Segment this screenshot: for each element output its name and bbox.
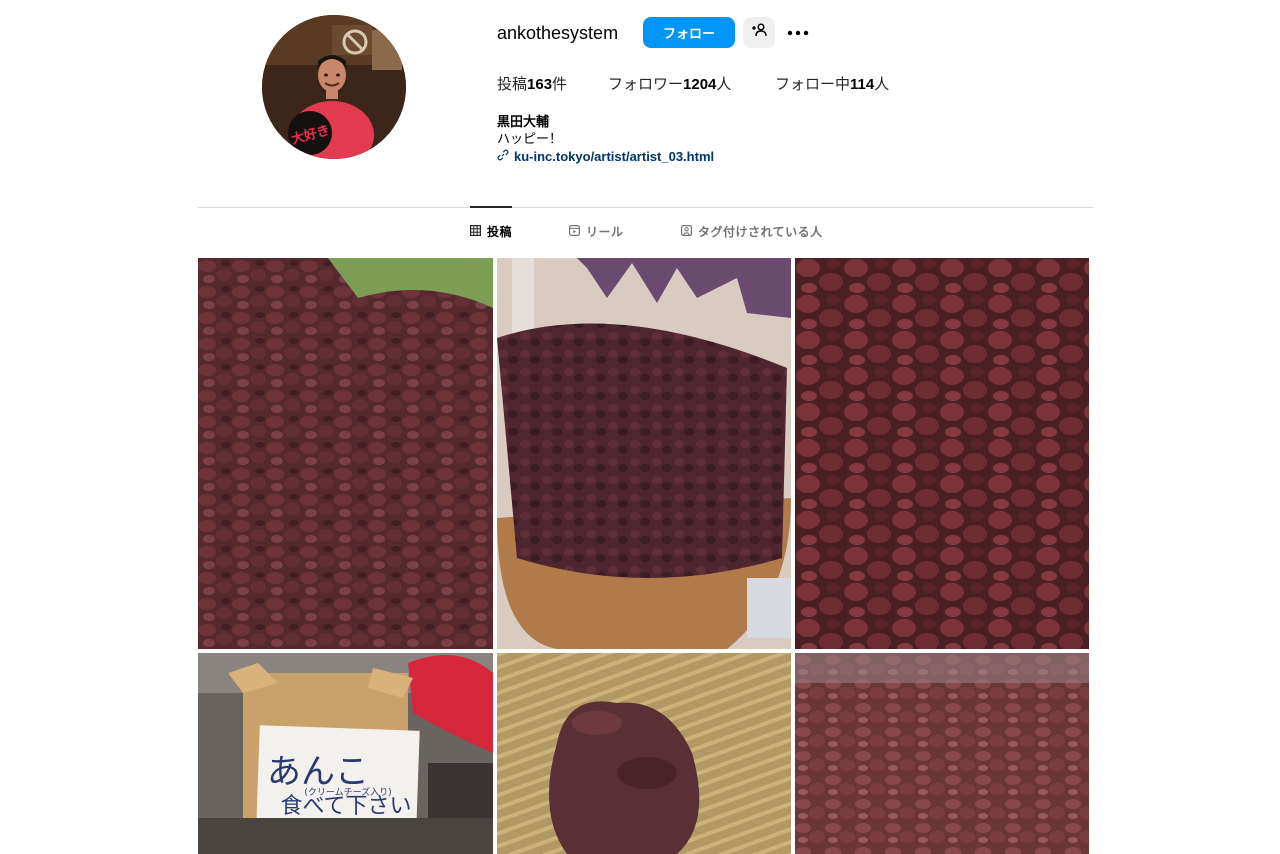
tagged-icon [681,224,693,240]
post-tile-4[interactable]: あんこ (クリームチーズ入り) 食べて下さい [198,653,493,854]
post-tile-5[interactable] [497,653,791,854]
post-tile-2[interactable] [497,258,791,649]
posts-count-stat: 投稿163件 [497,75,567,95]
following-value: 114 [850,76,875,93]
post-image-anko-pile-2 [795,653,1089,854]
sign-text-line3: 食べて下さい [280,794,411,819]
followers-value: 1204 [683,76,717,93]
post-image-anko-toast [497,258,791,649]
tab-tagged[interactable]: タグ付けされている人 [681,224,823,240]
more-icon [787,23,809,41]
sign-text-line1: あんこ [267,752,369,792]
username: ankothesystem [497,23,619,43]
full-name: 黒田大輔 [497,114,550,129]
post-tile-1[interactable] [198,258,493,649]
suggest-button[interactable] [743,17,775,48]
post-tile-3[interactable] [795,258,1089,649]
posts-count-prefix: 投稿 [497,76,528,93]
profile-avatar[interactable]: 大好き [262,15,406,159]
reels-icon [569,224,581,240]
following-stat[interactable]: フォロー中114人 [775,75,889,95]
followers-prefix: フォロワー [608,76,684,93]
following-suffix: 人 [874,76,890,93]
tab-tagged-label: タグ付けされている人 [698,225,823,239]
more-options-button[interactable] [786,22,810,42]
post-image-anko-closeup [795,258,1089,649]
following-prefix: フォロー中 [775,76,851,93]
profile-link[interactable]: ku-inc.tokyo/artist/artist_03.html [497,148,714,165]
tabs-divider [198,207,1093,208]
active-tab-indicator [470,206,512,208]
link-icon [497,148,509,165]
tab-posts-label: 投稿 [487,225,513,239]
tab-posts[interactable]: 投稿 [470,224,512,240]
post-tile-6[interactable] [795,653,1089,854]
posts-count-value: 163 [527,76,553,93]
profile-link-text: ku-inc.tokyo/artist/artist_03.html [514,149,715,164]
person-plus-icon [751,23,767,42]
grid-icon [470,224,482,240]
posts-count-suffix: 件 [552,76,568,93]
follow-button[interactable]: フォロー [643,17,735,48]
tab-reels-label: リール [586,225,624,239]
post-image-anko-sign: あんこ (クリームチーズ入り) 食べて下さい [198,653,493,854]
tab-reels[interactable]: リール [569,224,624,240]
followers-stat[interactable]: フォロワー1204人 [608,75,731,95]
post-image-anko-on-mat [497,653,791,854]
post-image-anko-pile [198,258,493,649]
followers-suffix: 人 [716,76,732,93]
bio-text: ハッピー！ [497,131,563,146]
